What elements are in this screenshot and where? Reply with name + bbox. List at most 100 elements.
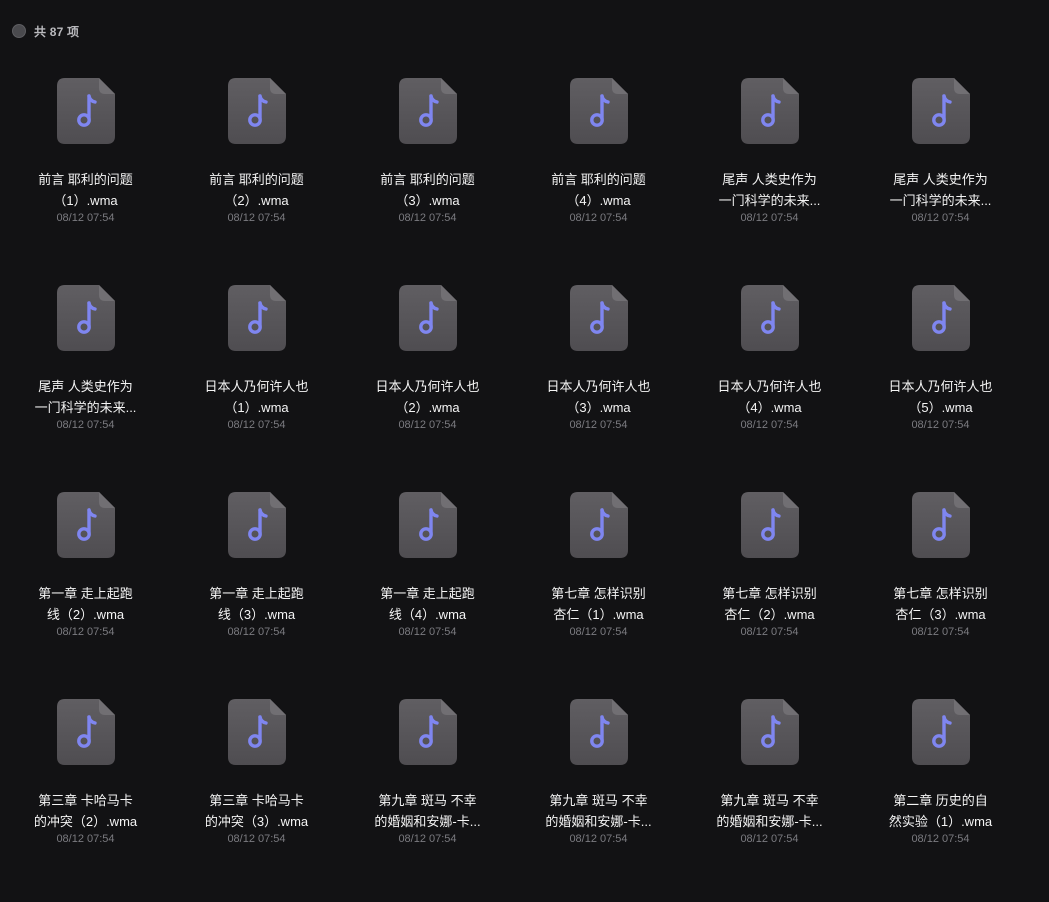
file-date: 08/12 07:54	[398, 626, 457, 638]
file-name: 第九章 斑马 不幸 的婚姻和安娜-卡...	[364, 790, 492, 832]
file-name-line: 前言 耶利的问题	[551, 172, 646, 187]
file-name: 前言 耶利的问题 （4）.wma	[535, 169, 663, 211]
music-file-icon	[56, 285, 115, 351]
file-date: 08/12 07:54	[911, 833, 970, 845]
file-item[interactable]: 第七章 怎样识别 杏仁（1）.wma 08/12 07:54	[513, 488, 684, 695]
file-item[interactable]: 日本人乃何许人也 （4）.wma 08/12 07:54	[684, 281, 855, 488]
file-name-line: 一门科学的未来...	[34, 400, 137, 415]
music-file-icon	[911, 285, 970, 351]
file-name-line: 第九章 斑马 不幸	[378, 793, 477, 808]
file-name: 第一章 走上起跑 线（4）.wma	[364, 583, 492, 625]
file-name-line: 尾声 人类史作为	[38, 379, 133, 394]
file-name-line: 一门科学的未来...	[889, 193, 992, 208]
file-name: 前言 耶利的问题 （1）.wma	[22, 169, 150, 211]
music-file-icon	[569, 285, 628, 351]
file-name: 第三章 卡哈马卡 的冲突（3）.wma	[193, 790, 321, 832]
file-name-line: 第一章 走上起跑	[209, 586, 304, 601]
file-name: 第九章 斑马 不幸 的婚姻和安娜-卡...	[706, 790, 834, 832]
file-item[interactable]: 第二章 历史的自 然实验（1）.wma 08/12 07:54	[855, 695, 1026, 902]
music-file-icon	[740, 78, 799, 144]
file-grid: 前言 耶利的问题 （1）.wma 08/12 07:54 前言 耶利的问题 （2）.wm…	[0, 74, 1049, 902]
music-file-icon	[398, 492, 457, 558]
file-name: 第七章 怎样识别 杏仁（3）.wma	[877, 583, 1005, 625]
file-name: 第七章 怎样识别 杏仁（1）.wma	[535, 583, 663, 625]
file-item[interactable]: 第一章 走上起跑 线（4）.wma 08/12 07:54	[342, 488, 513, 695]
file-name-line: 第三章 卡哈马卡	[38, 793, 133, 808]
file-item[interactable]: 尾声 人类史作为 一门科学的未来... 08/12 07:54	[684, 74, 855, 281]
file-date: 08/12 07:54	[911, 626, 970, 638]
file-item[interactable]: 第七章 怎样识别 杏仁（3）.wma 08/12 07:54	[855, 488, 1026, 695]
music-file-icon	[56, 78, 115, 144]
music-file-icon	[398, 699, 457, 765]
file-date: 08/12 07:54	[911, 212, 970, 224]
file-name-line: （5）.wma	[908, 400, 973, 415]
file-date: 08/12 07:54	[740, 419, 799, 431]
file-date: 08/12 07:54	[398, 212, 457, 224]
file-item[interactable]: 第三章 卡哈马卡 的冲突（3）.wma 08/12 07:54	[171, 695, 342, 902]
file-name-line: 日本人乃何许人也	[375, 379, 480, 394]
file-name-line: 第一章 走上起跑	[380, 586, 475, 601]
file-date: 08/12 07:54	[56, 833, 115, 845]
file-name-line: 然实验（1）.wma	[888, 814, 993, 829]
file-date: 08/12 07:54	[227, 212, 286, 224]
file-item[interactable]: 第一章 走上起跑 线（3）.wma 08/12 07:54	[171, 488, 342, 695]
file-item[interactable]: 前言 耶利的问题 （1）.wma 08/12 07:54	[0, 74, 171, 281]
music-file-icon	[398, 285, 457, 351]
file-item[interactable]: 第三章 卡哈马卡 的冲突（2）.wma 08/12 07:54	[0, 695, 171, 902]
file-name: 第一章 走上起跑 线（2）.wma	[22, 583, 150, 625]
file-date: 08/12 07:54	[740, 212, 799, 224]
file-date: 08/12 07:54	[911, 419, 970, 431]
file-item[interactable]: 第九章 斑马 不幸 的婚姻和安娜-卡... 08/12 07:54	[513, 695, 684, 902]
file-item[interactable]: 日本人乃何许人也 （2）.wma 08/12 07:54	[342, 281, 513, 488]
file-item[interactable]: 前言 耶利的问题 （4）.wma 08/12 07:54	[513, 74, 684, 281]
file-name-line: 一门科学的未来...	[718, 193, 821, 208]
file-item[interactable]: 尾声 人类史作为 一门科学的未来... 08/12 07:54	[0, 281, 171, 488]
file-name-line: 日本人乃何许人也	[888, 379, 993, 394]
file-name-line: （4）.wma	[566, 193, 631, 208]
music-file-icon	[569, 492, 628, 558]
file-item[interactable]: 第一章 走上起跑 线（2）.wma 08/12 07:54	[0, 488, 171, 695]
file-date: 08/12 07:54	[569, 626, 628, 638]
file-date: 08/12 07:54	[569, 212, 628, 224]
file-item[interactable]: 第七章 怎样识别 杏仁（2）.wma 08/12 07:54	[684, 488, 855, 695]
file-item[interactable]: 尾声 人类史作为 一门科学的未来... 08/12 07:54	[855, 74, 1026, 281]
file-item[interactable]: 日本人乃何许人也 （5）.wma 08/12 07:54	[855, 281, 1026, 488]
file-item[interactable]: 第九章 斑马 不幸 的婚姻和安娜-卡... 08/12 07:54	[684, 695, 855, 902]
file-name-line: 尾声 人类史作为	[893, 172, 988, 187]
file-item[interactable]: 日本人乃何许人也 （1）.wma 08/12 07:54	[171, 281, 342, 488]
file-name-line: 尾声 人类史作为	[722, 172, 817, 187]
file-name-line: 前言 耶利的问题	[209, 172, 304, 187]
file-name-line: （3）.wma	[566, 400, 631, 415]
file-item[interactable]: 前言 耶利的问题 （2）.wma 08/12 07:54	[171, 74, 342, 281]
music-file-icon	[911, 492, 970, 558]
file-date: 08/12 07:54	[56, 626, 115, 638]
file-name-line: 的冲突（3）.wma	[204, 814, 309, 829]
file-name: 第一章 走上起跑 线（3）.wma	[193, 583, 321, 625]
music-file-icon	[227, 699, 286, 765]
file-name: 第七章 怎样识别 杏仁（2）.wma	[706, 583, 834, 625]
file-item[interactable]: 日本人乃何许人也 （3）.wma 08/12 07:54	[513, 281, 684, 488]
file-name-line: 第七章 怎样识别	[722, 586, 817, 601]
file-name-line: 第九章 斑马 不幸	[549, 793, 648, 808]
file-name-line: 第二章 历史的自	[893, 793, 988, 808]
file-name-line: （4）.wma	[737, 400, 802, 415]
file-date: 08/12 07:54	[398, 833, 457, 845]
file-name: 日本人乃何许人也 （5）.wma	[877, 376, 1005, 418]
file-name-line: 杏仁（1）.wma	[553, 607, 644, 622]
music-file-icon	[227, 492, 286, 558]
file-name-line: （3）.wma	[395, 193, 460, 208]
file-date: 08/12 07:54	[227, 833, 286, 845]
file-name: 前言 耶利的问题 （2）.wma	[193, 169, 321, 211]
file-name-line: 第九章 斑马 不幸	[720, 793, 819, 808]
music-file-icon	[740, 492, 799, 558]
file-item[interactable]: 第九章 斑马 不幸 的婚姻和安娜-卡... 08/12 07:54	[342, 695, 513, 902]
music-file-icon	[569, 78, 628, 144]
file-name: 日本人乃何许人也 （4）.wma	[706, 376, 834, 418]
select-all-checkbox[interactable]	[12, 24, 26, 38]
file-name-line: 线（3）.wma	[217, 607, 296, 622]
music-file-icon	[398, 78, 457, 144]
file-name: 第九章 斑马 不幸 的婚姻和安娜-卡...	[535, 790, 663, 832]
file-date: 08/12 07:54	[56, 212, 115, 224]
file-item[interactable]: 前言 耶利的问题 （3）.wma 08/12 07:54	[342, 74, 513, 281]
file-name-line: 杏仁（2）.wma	[724, 607, 815, 622]
